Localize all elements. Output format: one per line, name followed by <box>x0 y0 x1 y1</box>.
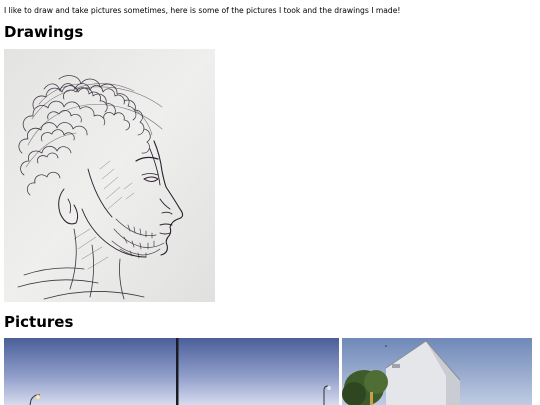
drawing-image <box>4 49 215 302</box>
house-photo <box>342 338 532 405</box>
street-photo <box>4 338 339 405</box>
drawings-heading: Drawings <box>4 23 84 41</box>
intro-text: I like to draw and take pictures sometim… <box>4 6 401 15</box>
pictures-heading: Pictures <box>4 313 74 331</box>
